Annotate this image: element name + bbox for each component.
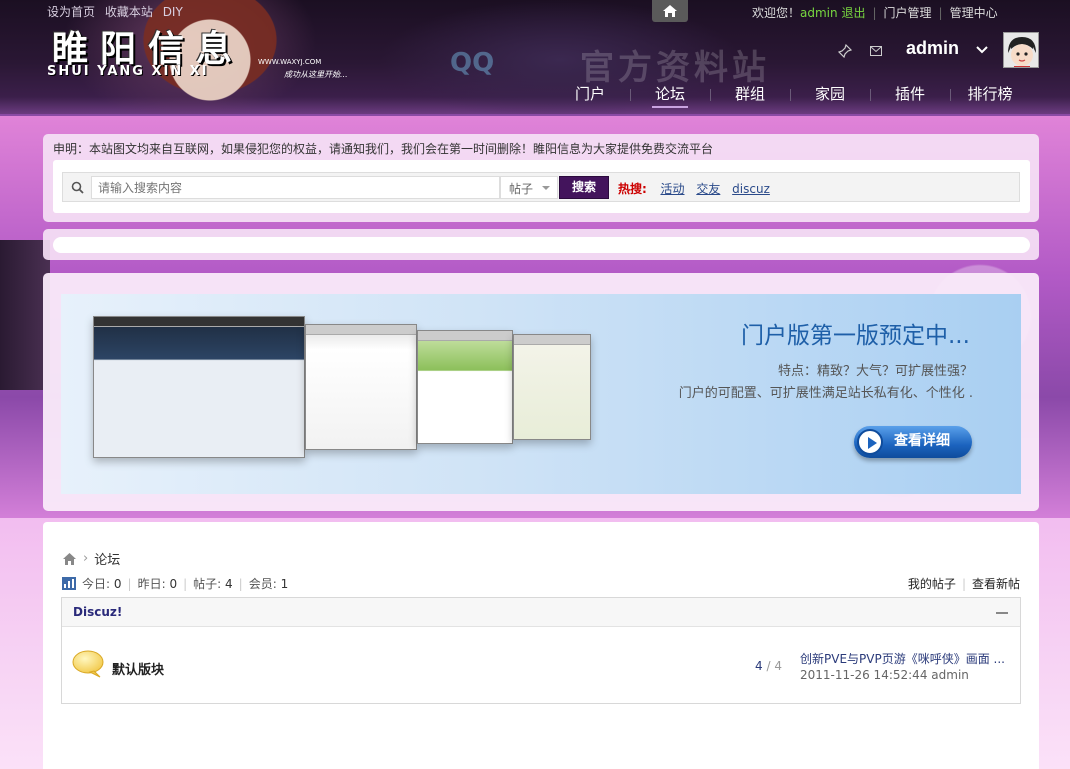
user-bar: 欢迎您！admin 退出 | 门户管理 | 管理中心 <box>752 4 998 21</box>
search-button[interactable]: 搜索 <box>559 176 609 199</box>
post-count: / 4 <box>766 659 782 673</box>
search-input[interactable] <box>91 176 500 199</box>
nav-portal[interactable]: 门户 <box>550 82 630 108</box>
banner-screenshot-2 <box>305 324 417 450</box>
today-label: 今日: <box>82 577 111 591</box>
divider: | <box>872 6 877 20</box>
forum-stats: 今日: 0 | 昨日: 0 | 帖子: 4 | 会员: 1 <box>62 575 288 592</box>
banner-text-description: 门户的可配置、可扩展性满足站长私有化、个性化 . <box>678 386 973 401</box>
diy-link[interactable]: DIY <box>163 5 183 19</box>
admin-center-link[interactable]: 管理中心 <box>950 6 998 20</box>
chevron-down-icon[interactable] <box>976 46 988 54</box>
hot-search-label: 热搜: <box>618 182 647 196</box>
speech-bubble-icon <box>72 650 104 678</box>
search-container: 帖子 搜索 热搜: 活动 交友 discuz <box>53 160 1030 213</box>
divider: | <box>938 6 943 20</box>
site-header: QQ 官方资料站 设为首页 收藏本站 DIY 睢阳信息 SHUI YANG XI… <box>0 0 1070 116</box>
top-links: 设为首页 收藏本站 DIY <box>47 3 189 20</box>
avatar[interactable] <box>1003 32 1039 68</box>
divider: | <box>238 576 243 591</box>
members-count: 1 <box>280 576 289 591</box>
nav-ranking[interactable]: 排行榜 <box>950 82 1030 108</box>
posts-count: 4 <box>225 576 233 591</box>
last-post-time: 2011-11-26 14:52:44 <box>800 668 928 682</box>
last-post-link[interactable]: 创新PVE与PVP页游《咪呼侠》画面 ... <box>800 650 1010 667</box>
logout-link[interactable]: 退出 <box>841 6 865 20</box>
my-links: 我的帖子 | 查看新帖 <box>908 575 1020 592</box>
banner-screenshot-4 <box>513 334 591 440</box>
divider: | <box>127 576 132 591</box>
site-logo-slogan: 成功从这里开始... <box>284 70 348 79</box>
banner-screenshot-3 <box>417 330 513 444</box>
empty-bar <box>53 237 1030 253</box>
nav-home[interactable]: 家园 <box>790 82 870 108</box>
new-posts-link[interactable]: 查看新帖 <box>972 577 1020 591</box>
search-icon <box>71 181 84 194</box>
hot-search-link[interactable]: 活动 <box>660 182 684 196</box>
category-title[interactable]: Discuz! <box>73 605 122 619</box>
my-posts-link[interactable]: 我的帖子 <box>908 577 956 591</box>
set-homepage-link[interactable]: 设为首页 <box>47 5 95 19</box>
nav-plugins[interactable]: 插件 <box>870 82 950 108</box>
banner-screenshot-1 <box>93 316 305 458</box>
search-type-value: 帖子 <box>509 182 534 196</box>
posts-label: 帖子: <box>193 577 222 591</box>
welcome-text: 欢迎您！ <box>752 6 801 20</box>
board-counts: 4 / 4 <box>755 659 782 673</box>
collapse-icon[interactable] <box>996 612 1008 614</box>
view-details-label: 查看详细 <box>894 433 950 449</box>
user-link[interactable]: admin <box>800 6 838 20</box>
today-count: 0 <box>113 576 122 591</box>
hot-searches: 热搜: 活动 交友 discuz <box>618 180 778 197</box>
divider: | <box>183 576 188 591</box>
forum-category: Discuz! 默认版块 4 / 4 创新PVE与PVP页游《咪呼侠》画面 ..… <box>61 597 1021 704</box>
home-icon[interactable] <box>62 552 77 566</box>
search-bar: 帖子 搜索 热搜: 活动 交友 discuz <box>62 172 1020 202</box>
nav-forum[interactable]: 论坛 <box>630 82 710 108</box>
site-logo-url: WWW.WAXYJ.COM <box>258 58 322 66</box>
category-header: Discuz! <box>62 598 1020 627</box>
portal-admin-link[interactable]: 门户管理 <box>884 6 932 20</box>
profile-username[interactable]: admin <box>906 38 959 59</box>
view-details-button[interactable]: 查看详细 <box>854 426 972 458</box>
pin-icon[interactable] <box>838 44 852 58</box>
site-notice: 申明：本站图文均来自互联网，如果侵犯您的权益，请通知我们，我们会在第一时间删除！… <box>53 142 714 156</box>
caret-down-icon <box>542 186 550 194</box>
mail-icon[interactable] <box>870 46 882 56</box>
header-qq-art: QQ <box>450 48 495 78</box>
bookmark-link[interactable]: 收藏本站 <box>105 5 153 19</box>
nav-group[interactable]: 群组 <box>710 82 790 108</box>
avatar-face-icon <box>1004 33 1038 67</box>
last-post-author[interactable]: admin <box>931 668 969 682</box>
home-icon <box>663 5 677 17</box>
main-nav: 门户 论坛 群组 家园 插件 排行榜 <box>550 82 1030 108</box>
thread-count: 4 <box>755 659 763 673</box>
breadcrumb-current[interactable]: 论坛 <box>94 549 120 568</box>
breadcrumb: › 论坛 <box>62 549 120 568</box>
home-button[interactable] <box>652 0 688 22</box>
last-post-meta: 2011-11-26 14:52:44 admin <box>800 668 969 682</box>
hot-search-link[interactable]: discuz <box>732 182 770 196</box>
yesterday-label: 昨日: <box>137 577 166 591</box>
breadcrumb-separator-icon: › <box>83 551 89 566</box>
chart-icon <box>62 577 76 590</box>
promo-banner[interactable]: 门户版第一版预定中... 特点：精致？大气？可扩展性强？ 门户的可配置、可扩展性… <box>61 294 1021 494</box>
banner-title: 门户版第一版预定中... <box>741 323 970 349</box>
site-logo-subtitle: SHUI YANG XIN XI <box>47 64 209 79</box>
banner-text-features: 特点：精致？大气？可扩展性强？ <box>777 364 973 379</box>
yesterday-count: 0 <box>169 576 178 591</box>
board-name-link[interactable]: 默认版块 <box>112 659 164 678</box>
members-label: 会员: <box>248 577 277 591</box>
play-icon <box>857 429 883 455</box>
hot-search-link[interactable]: 交友 <box>696 182 720 196</box>
search-type-select[interactable]: 帖子 <box>500 176 558 199</box>
divider: | <box>961 577 966 591</box>
